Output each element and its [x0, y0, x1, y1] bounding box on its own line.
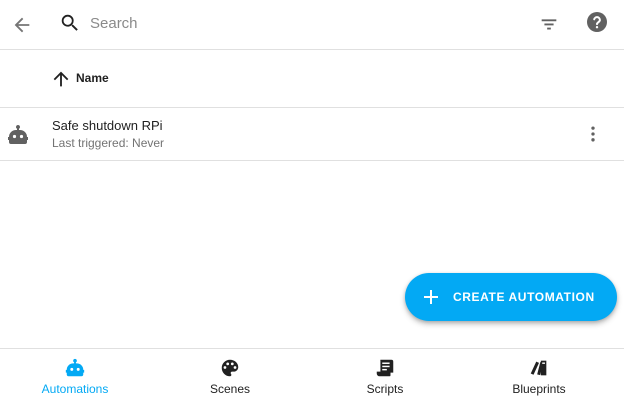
bottom-navigation: Automations Scenes Scripts Blueprints [0, 348, 624, 400]
tab-label: Automations [41, 382, 109, 396]
magnify-icon [61, 14, 78, 31]
back-button[interactable] [4, 7, 40, 43]
script-text-icon [376, 359, 394, 377]
plus-icon [424, 290, 438, 304]
tab-blueprints[interactable]: Blueprints [464, 349, 614, 400]
tab-label: Scenes [209, 382, 251, 396]
tab-label: Blueprints [512, 382, 566, 396]
tab-scripts[interactable]: Scripts [310, 349, 460, 400]
filter-button[interactable] [531, 6, 567, 42]
palette-icon [221, 359, 239, 377]
dots-vertical-icon [591, 126, 595, 142]
column-header-name[interactable]: Name [76, 71, 109, 85]
automation-name: Safe shutdown RPi [52, 118, 163, 133]
tab-scenes[interactable]: Scenes [155, 349, 305, 400]
create-automation-button[interactable]: CREATE AUTOMATION [405, 273, 617, 321]
row-overflow-menu[interactable] [580, 121, 606, 147]
help-button[interactable] [579, 4, 615, 40]
arrow-left-icon [14, 17, 30, 33]
table-header: Name [0, 50, 624, 108]
last-triggered: Last triggered: Never [52, 136, 165, 150]
robot-icon [8, 125, 28, 144]
help-circle-icon [587, 12, 607, 32]
tab-automations[interactable]: Automations [0, 349, 150, 400]
table-row[interactable]: Safe shutdown RPi Last triggered: Never [0, 108, 624, 161]
blueprint-icon [530, 360, 547, 376]
top-toolbar [0, 0, 624, 50]
arrow-up-icon[interactable] [50, 68, 72, 90]
tab-label: Scripts [366, 382, 404, 396]
robot-icon [65, 358, 85, 377]
filter-variant-icon [541, 19, 557, 30]
search-input[interactable] [90, 11, 510, 35]
create-automation-label: CREATE AUTOMATION [453, 290, 595, 304]
search-button[interactable] [56, 9, 84, 37]
